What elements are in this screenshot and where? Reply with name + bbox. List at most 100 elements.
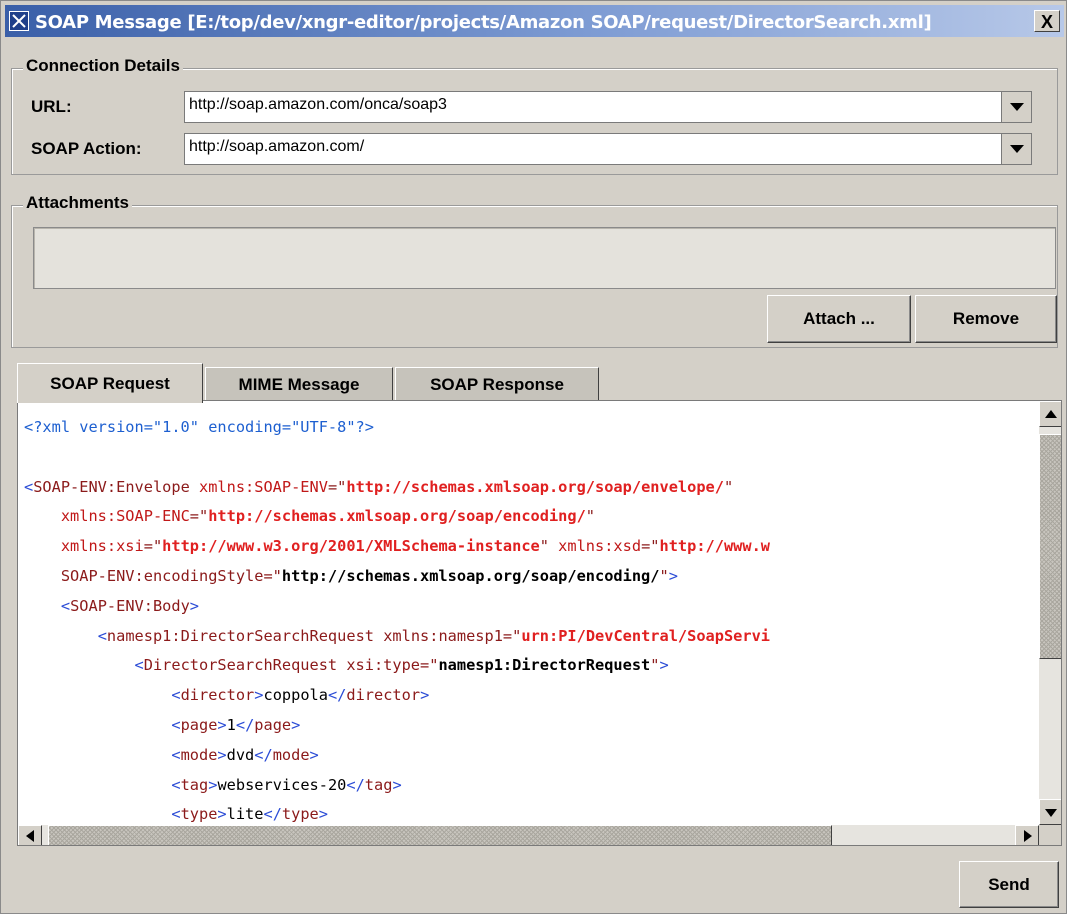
code-line[interactable]: <director>coppola</director>: [24, 681, 770, 711]
code-token: namesp1:DirectorRequest: [438, 656, 651, 675]
code-token: xmlns:SOAP-ENV: [199, 477, 328, 496]
horizontal-scroll-thumb[interactable]: [48, 825, 832, 845]
code-token: >: [668, 566, 678, 585]
code-line[interactable]: <DirectorSearchRequest xsi:type="namesp1…: [24, 651, 770, 681]
code-line[interactable]: <?xml version="1.0" encoding="UTF-8"?>: [24, 413, 770, 443]
code-line[interactable]: <page>1</page>: [24, 711, 770, 741]
code-token: 1: [226, 715, 236, 734]
code-token: =": [327, 477, 347, 496]
code-line[interactable]: <tag>webservices-20</tag>: [24, 771, 770, 801]
code-token: ": [650, 656, 660, 675]
code-token: <: [171, 805, 181, 824]
code-token: >: [291, 715, 301, 734]
code-line[interactable]: <namesp1:DirectorSearchRequest xmlns:nam…: [24, 622, 770, 652]
code-token: http://www.w3.org/2001/XMLSchema-instanc…: [162, 537, 540, 556]
url-value[interactable]: http://soap.amazon.com/onca/soap3: [189, 96, 447, 114]
code-line[interactable]: <mode>dvd</mode>: [24, 741, 770, 771]
soap-action-combobox[interactable]: http://soap.amazon.com/: [184, 133, 1032, 165]
code-line[interactable]: <SOAP-ENV:Body>: [24, 592, 770, 622]
send-button[interactable]: Send: [959, 861, 1059, 908]
title-bar[interactable]: SOAP Message [E:/top/dev/xngr-editor/pro…: [5, 5, 1064, 37]
code-line[interactable]: [24, 443, 770, 473]
code-token: >: [659, 656, 669, 675]
url-combobox[interactable]: http://soap.amazon.com/onca/soap3: [184, 91, 1032, 123]
code-token: DirectorSearchRequest: [143, 656, 347, 675]
scrollbar-corner: [1039, 825, 1061, 845]
code-token: </: [263, 805, 282, 824]
code-line[interactable]: xmlns:SOAP-ENC="http://schemas.xmlsoap.o…: [24, 502, 770, 532]
close-icon[interactable]: X: [1034, 10, 1060, 32]
code-token: =": [189, 507, 209, 526]
code-token: xsi:type=": [346, 656, 439, 675]
code-token: tag: [364, 775, 393, 794]
xml-code[interactable]: <?xml version="1.0" encoding="UTF-8"?> <…: [24, 413, 770, 830]
code-line[interactable]: SOAP-ENV:encodingStyle="http://schemas.x…: [24, 562, 770, 592]
code-token: director: [180, 686, 255, 705]
url-label: URL:: [31, 97, 72, 116]
code-token: >: [420, 686, 430, 705]
code-token: >: [189, 596, 200, 615]
tab-soap-request[interactable]: SOAP Request: [17, 363, 203, 403]
code-token: http://schemas.xmlsoap.org/soap/envelope…: [346, 477, 724, 496]
code-token: http://schemas.xmlsoap.org/soap/encoding…: [281, 566, 660, 585]
code-token: >: [217, 745, 227, 764]
soap-action-label: SOAP Action:: [31, 139, 142, 158]
code-token: <: [171, 686, 181, 705]
code-token: SOAP-ENV:Body: [70, 596, 190, 615]
code-token: mode: [180, 745, 218, 764]
scroll-down-icon[interactable]: [1039, 799, 1061, 825]
attachments-list[interactable]: [33, 227, 1056, 289]
code-token: </: [346, 775, 365, 794]
soap-request-editor[interactable]: <?xml version="1.0" encoding="UTF-8"?> <…: [17, 400, 1062, 846]
scroll-up-icon[interactable]: [1039, 401, 1061, 427]
code-token: director: [346, 686, 421, 705]
code-token: <: [171, 775, 181, 794]
vertical-scroll-thumb[interactable]: [1039, 434, 1061, 659]
code-token: webservices-20: [217, 775, 347, 794]
remove-button[interactable]: Remove: [915, 295, 1057, 343]
code-token: >: [309, 745, 319, 764]
code-token: xmlns:namesp1=": [383, 626, 522, 645]
code-token: =": [143, 537, 163, 556]
code-token: SOAP-ENV:encodingStyle=": [60, 566, 282, 585]
soap-action-dropdown-chevron-down-icon[interactable]: [1001, 134, 1031, 164]
soap-app-icon: [9, 11, 29, 31]
code-token: <: [24, 477, 34, 496]
code-token: http://www.w: [659, 537, 770, 556]
code-token: >: [318, 805, 328, 824]
vertical-scrollbar[interactable]: [1039, 401, 1061, 825]
code-token: urn:PI/DevCentral/SoapServi: [521, 626, 771, 645]
code-line[interactable]: <SOAP-ENV:Envelope xmlns:SOAP-ENV="http:…: [24, 473, 770, 503]
code-token: SOAP-ENV:Envelope: [33, 477, 199, 496]
code-token: page: [254, 715, 292, 734]
scroll-right-icon[interactable]: [1015, 825, 1039, 845]
tab-soap-response[interactable]: SOAP Response: [395, 367, 599, 401]
code-token: </: [235, 715, 255, 734]
code-token: page: [180, 715, 218, 734]
code-token: xmlns:SOAP-ENC: [60, 507, 190, 526]
code-token: </: [327, 686, 347, 705]
code-token: type: [281, 805, 319, 824]
soap-action-value[interactable]: http://soap.amazon.com/: [189, 138, 364, 156]
code-token: >: [392, 775, 402, 794]
code-token: <: [171, 745, 181, 764]
code-token: =": [641, 537, 660, 556]
url-dropdown-chevron-down-icon[interactable]: [1001, 92, 1031, 122]
code-token: mode: [272, 745, 310, 764]
code-token: <: [97, 626, 107, 645]
code-token: ": [659, 566, 669, 585]
attach-button[interactable]: Attach ...: [767, 295, 911, 343]
code-line[interactable]: xmlns:xsi="http://www.w3.org/2001/XMLSch…: [24, 532, 770, 562]
code-token: >: [217, 715, 227, 734]
code-token: ": [585, 507, 596, 526]
window-title: SOAP Message [E:/top/dev/xngr-editor/pro…: [35, 12, 932, 33]
code-token: lite: [226, 805, 264, 824]
scroll-left-icon[interactable]: [18, 825, 42, 845]
code-token: ": [723, 477, 734, 496]
horizontal-scrollbar[interactable]: [18, 825, 1039, 845]
tab-mime-message[interactable]: MIME Message: [205, 367, 393, 401]
